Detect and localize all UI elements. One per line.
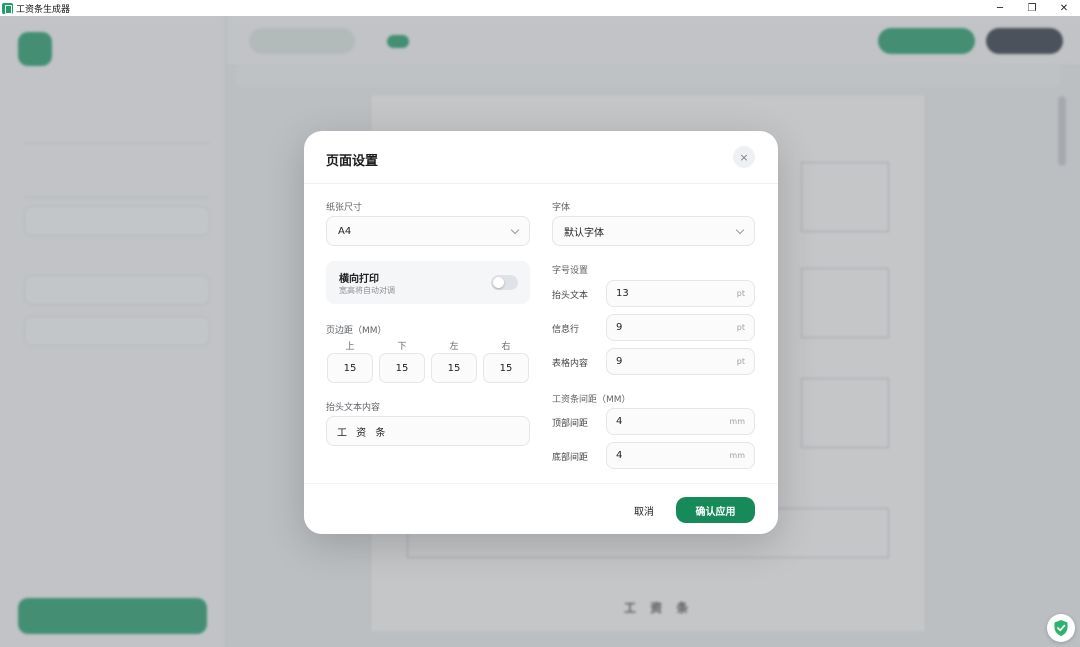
margin-bottom-label: 下: [397, 342, 407, 352]
window-titlebar: 工资条生成器 ─ ❐ ✕: [0, 0, 1080, 16]
app-icon: [2, 2, 13, 14]
shield-check-icon[interactable]: [1047, 614, 1075, 642]
apply-button[interactable]: 确认应用: [676, 497, 755, 523]
landscape-hint: 宽高将自动对调: [339, 286, 395, 295]
bottom-spacing-label: 底部间距: [552, 453, 589, 463]
minimize-icon[interactable]: ─: [984, 0, 1016, 16]
mm-unit: mm: [729, 417, 745, 426]
header-text-input[interactable]: 工 资 条: [326, 416, 530, 446]
top-spacing-input[interactable]: 4 mm: [606, 408, 755, 435]
window-title: 工资条生成器: [16, 4, 71, 15]
header-size-value: 13: [616, 288, 629, 299]
landscape-title: 横向打印: [339, 274, 379, 285]
page-settings-dialog: 页面设置 × 纸张尺寸 A4 横向打印 宽高将自动对调 页边距（MM） 上 下 …: [304, 131, 778, 534]
header-size-input[interactable]: 13 pt: [606, 280, 755, 307]
dialog-header-divider: [304, 183, 778, 184]
paper-size-select[interactable]: A4: [326, 216, 530, 246]
margin-right-input[interactable]: 15: [483, 353, 529, 383]
spacing-label: 工资条间距（MM）: [552, 395, 631, 405]
dialog-close-icon[interactable]: ×: [733, 146, 755, 168]
toggle-knob: [493, 277, 504, 288]
info-size-value: 9: [616, 322, 623, 333]
mm-unit: mm: [729, 451, 745, 460]
paper-size-value: A4: [338, 225, 352, 237]
top-spacing-value: 4: [616, 416, 623, 427]
bottom-spacing-input[interactable]: 4 mm: [606, 442, 755, 469]
top-spacing-label: 顶部间距: [552, 419, 589, 429]
header-text-label: 抬头文本内容: [326, 403, 381, 413]
table-size-label: 表格内容: [552, 359, 589, 369]
chevron-down-icon: [510, 225, 520, 234]
margin-bottom-input[interactable]: 15: [379, 353, 425, 383]
restore-icon[interactable]: ❐: [1016, 0, 1048, 16]
pt-unit: pt: [736, 323, 745, 332]
table-size-input[interactable]: 9 pt: [606, 348, 755, 375]
chevron-down-icon: [735, 225, 745, 234]
landscape-toggle[interactable]: [491, 275, 518, 290]
header-size-label: 抬头文本: [552, 291, 589, 301]
pt-unit: pt: [736, 289, 745, 298]
close-window-icon[interactable]: ✕: [1048, 0, 1080, 16]
cancel-button[interactable]: 取消: [622, 497, 666, 523]
table-size-value: 9: [616, 356, 623, 367]
info-size-label: 信息行: [552, 325, 580, 335]
paper-size-label: 纸张尺寸: [326, 203, 363, 213]
margin-left-label: 左: [449, 342, 459, 352]
margins-label: 页边距（MM）: [326, 326, 387, 336]
landscape-option: 横向打印 宽高将自动对调: [326, 261, 530, 304]
pt-unit: pt: [736, 357, 745, 366]
font-label: 字体: [552, 203, 571, 213]
dialog-title: 页面设置: [326, 154, 379, 169]
margin-top-input[interactable]: 15: [327, 353, 373, 383]
bottom-spacing-value: 4: [616, 450, 623, 461]
font-value: 默认字体: [564, 227, 604, 239]
margin-right-label: 右: [501, 342, 511, 352]
font-select[interactable]: 默认字体: [552, 216, 755, 246]
margin-left-input[interactable]: 15: [431, 353, 477, 383]
info-size-input[interactable]: 9 pt: [606, 314, 755, 341]
font-size-label: 字号设置: [552, 266, 589, 276]
margin-top-label: 上: [345, 342, 355, 352]
